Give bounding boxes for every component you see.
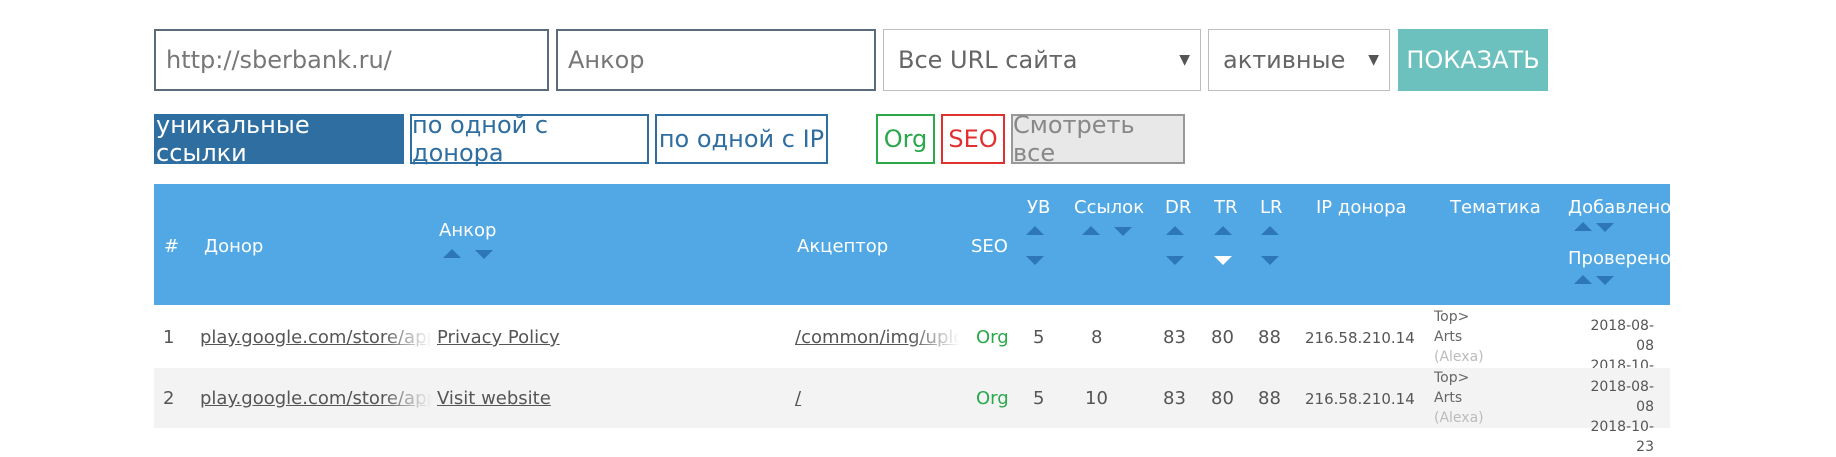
row-acceptor-cell: /common/img/uploaded/ (795, 327, 960, 348)
filter-per-donor-label: по одной с донора (412, 111, 549, 167)
sort-uv-asc-icon[interactable] (1026, 226, 1044, 235)
header-acceptor: Акцептор (797, 236, 889, 257)
uv-value: 5 (1033, 327, 1045, 348)
table-header: # Донор Анкор Акцептор SEO УВ Ссылок DR … (154, 184, 1672, 305)
anchor-input-placeholder: Анкор (568, 46, 645, 74)
sort-anchor-desc-icon[interactable] (475, 250, 493, 259)
filter-unique-label: уникальные ссылки (156, 111, 310, 167)
sort-lr-asc-icon[interactable] (1261, 226, 1279, 235)
table-row: 2 play.google.com/store/apps/details Vis… (154, 368, 1670, 455)
header-topic: Тематика (1450, 197, 1541, 218)
filter-unique-links[interactable]: уникальные ссылки (154, 111, 404, 167)
header-ip: IP донора (1316, 197, 1407, 218)
anchor-link[interactable]: Privacy Policy (437, 327, 560, 348)
sort-dr-desc-icon[interactable] (1166, 256, 1184, 265)
topic: Top> Arts (Alexa) (1434, 368, 1484, 428)
status-value: активные (1223, 46, 1346, 74)
url-filter-value: Все URL сайта (898, 46, 1078, 74)
filter-per-ip[interactable]: по одной с IP (655, 114, 828, 164)
view-all-button[interactable]: Смотреть все (1011, 111, 1185, 167)
show-button-label: ПОКАЗАТЬ (1406, 46, 1540, 74)
sort-dr-asc-icon[interactable] (1166, 226, 1184, 235)
show-button[interactable]: ПОКАЗАТЬ (1398, 29, 1548, 91)
donor-link[interactable]: play.google.com/store/apps/details (200, 327, 432, 348)
header-dr: DR (1165, 197, 1192, 218)
filter-org[interactable]: Org (876, 114, 935, 164)
url-input-value: http://sberbank.ru/ (166, 46, 392, 74)
header-donor: Донор (204, 236, 264, 257)
topic-line: Top> (1434, 309, 1470, 325)
row-donor-cell: play.google.com/store/apps/details (200, 327, 432, 348)
tr-value: 80 (1211, 327, 1234, 348)
donor-link[interactable]: play.google.com/store/apps/details (200, 388, 432, 409)
topic-source: (Alexa) (1434, 349, 1484, 365)
filter-seo[interactable]: SEO (941, 114, 1005, 164)
sort-added-asc-icon[interactable] (1574, 222, 1592, 231)
sort-tr-desc-icon[interactable] (1214, 256, 1232, 265)
lr-value: 88 (1258, 327, 1281, 348)
links-value: 10 (1085, 388, 1108, 409)
status-select[interactable]: активные ▼ (1208, 29, 1390, 91)
topic-line: Arts (1434, 329, 1463, 345)
url-input[interactable]: http://sberbank.ru/ (154, 29, 549, 91)
sort-uv-desc-icon[interactable] (1026, 256, 1044, 265)
dates: 2018-08-08 2018-10-23 (1574, 377, 1654, 457)
sort-links-asc-icon[interactable] (1082, 226, 1100, 235)
seo-type: Org (976, 388, 1009, 409)
filter-per-donor[interactable]: по одной с донора (410, 111, 649, 167)
dropdown-caret-icon: ▼ (1368, 52, 1379, 68)
filter-per-ip-label: по одной с IP (658, 125, 825, 153)
date-added: 2018-08-08 (1590, 318, 1654, 354)
row-num: 1 (163, 327, 175, 348)
ip-value: 216.58.210.14 (1305, 329, 1415, 347)
view-all-label: Смотреть все (1013, 111, 1135, 167)
anchor-input[interactable]: Анкор (556, 29, 876, 91)
topic-line: Top> (1434, 370, 1470, 386)
anchor-link[interactable]: Visit website (437, 388, 551, 409)
header-added: Добавлено (1568, 197, 1672, 218)
filter-seo-label: SEO (948, 125, 998, 153)
sort-added-desc-icon[interactable] (1596, 223, 1614, 232)
header-lr: LR (1260, 197, 1283, 218)
topic: Top> Arts (Alexa) (1434, 307, 1484, 367)
row-num: 2 (163, 388, 175, 409)
header-tr: TR (1214, 197, 1238, 218)
acceptor-link[interactable]: / (795, 388, 801, 409)
acceptor-link[interactable]: /common/img/uploaded/ (795, 327, 960, 348)
ip-value: 216.58.210.14 (1305, 390, 1415, 408)
header-seo: SEO (971, 236, 1008, 257)
header-uv: УВ (1027, 197, 1051, 218)
sort-checked-asc-icon[interactable] (1574, 275, 1592, 284)
dropdown-caret-icon: ▼ (1179, 52, 1190, 68)
row-donor-cell: play.google.com/store/apps/details (200, 388, 432, 409)
sort-lr-desc-icon[interactable] (1261, 256, 1279, 265)
seo-type: Org (976, 327, 1009, 348)
sort-tr-asc-icon[interactable] (1214, 226, 1232, 235)
table-row: 1 play.google.com/store/apps/details Pri… (154, 307, 1670, 394)
links-value: 8 (1091, 327, 1103, 348)
header-links: Ссылок (1074, 197, 1145, 218)
sort-anchor-asc-icon[interactable] (443, 249, 461, 258)
dr-value: 83 (1163, 327, 1186, 348)
url-filter-select[interactable]: Все URL сайта ▼ (883, 29, 1201, 91)
lr-value: 88 (1258, 388, 1281, 409)
dr-value: 83 (1163, 388, 1186, 409)
header-anchor: Анкор (439, 220, 497, 241)
filter-org-label: Org (883, 125, 928, 153)
uv-value: 5 (1033, 388, 1045, 409)
date-checked: 2018-10-23 (1590, 419, 1654, 455)
header-checked: Проверено (1568, 248, 1671, 269)
topic-line: Arts (1434, 390, 1463, 406)
tr-value: 80 (1211, 388, 1234, 409)
header-num: # (164, 236, 180, 257)
row-acceptor-cell: / (795, 388, 960, 409)
topic-source: (Alexa) (1434, 410, 1484, 426)
sort-checked-desc-icon[interactable] (1596, 276, 1614, 285)
date-added: 2018-08-08 (1590, 379, 1654, 415)
sort-links-desc-icon[interactable] (1114, 227, 1132, 236)
